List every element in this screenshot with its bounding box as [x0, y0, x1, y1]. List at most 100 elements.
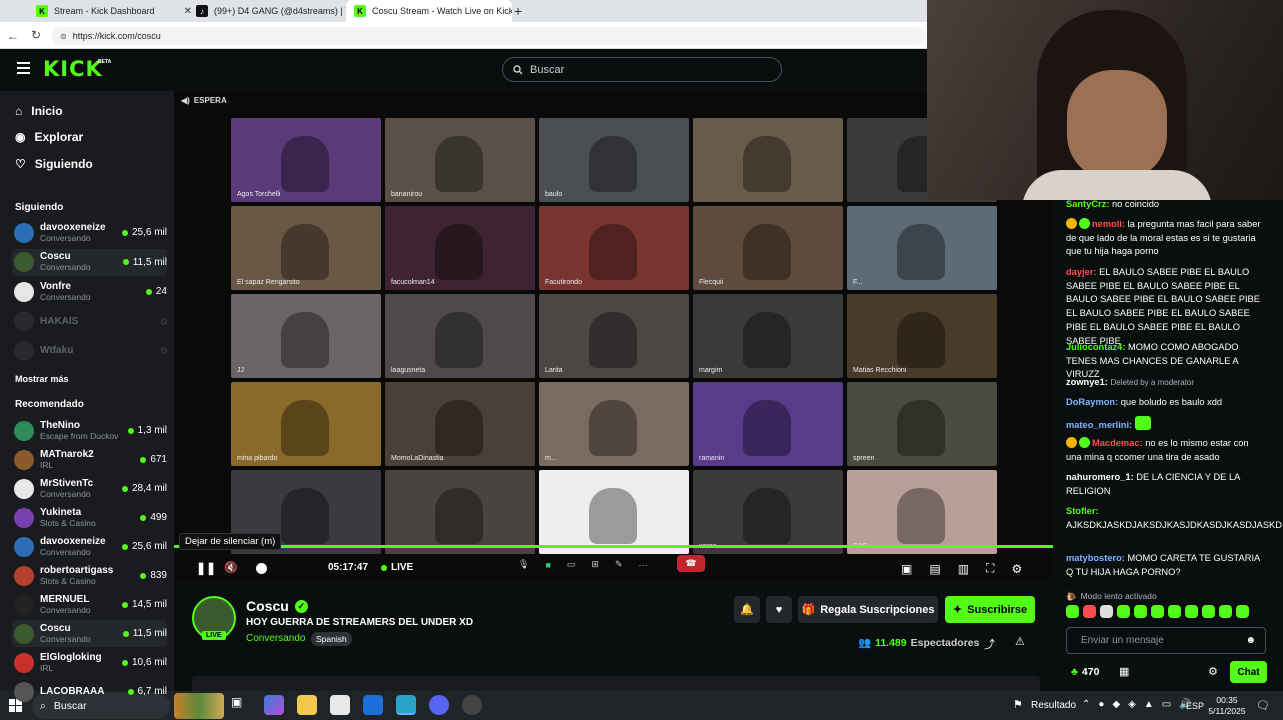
back-arrow-icon[interactable]: ←	[7, 29, 19, 43]
task-view-icon[interactable]: ▣	[231, 695, 251, 715]
emote-icon[interactable]	[1066, 605, 1079, 618]
store-app-icon[interactable]	[330, 695, 350, 715]
chat-username[interactable]: mateo_merlini	[1066, 420, 1129, 430]
tray-app-icon[interactable]: ▲	[1144, 699, 1154, 710]
kick-logo[interactable]: KICK	[43, 57, 103, 81]
video-progress-bar[interactable]	[174, 545, 1053, 548]
sidebar-channel-hakais[interactable]: HAKAIS ⦸	[12, 308, 167, 335]
emote-icon[interactable]	[1100, 605, 1113, 618]
sidebar-channel-davooxeneize[interactable]: davooxeneize Conversando 25,6 mil	[12, 219, 167, 246]
settings-gear-icon[interactable]: ⚙	[1011, 562, 1022, 576]
search-input[interactable]: Buscar	[502, 57, 782, 82]
pause-icon[interactable]: ❚❚	[196, 561, 216, 575]
sidebar-channel-robertoartigass[interactable]: robertoartigass Slots & Casino 839	[12, 562, 167, 589]
chat-settings-icon[interactable]: ⚙	[1208, 665, 1218, 678]
chat-input[interactable]: Enviar un mensaje ☻	[1066, 627, 1266, 654]
fullscreen-icon[interactable]: ⛶	[986, 561, 994, 576]
channel-points[interactable]: ♣ 470	[1071, 666, 1099, 678]
search-highlight-image[interactable]	[174, 693, 224, 719]
nav-inicio[interactable]: ⌂ Inicio	[15, 102, 63, 120]
edge-browser-icon[interactable]	[396, 695, 416, 715]
emote-icon[interactable]	[1236, 605, 1249, 618]
streamer-name[interactable]: Coscu	[246, 598, 289, 614]
nav-explorar[interactable]: ◉ Explorar	[15, 128, 83, 146]
stream-category[interactable]: Conversando	[246, 633, 305, 644]
copilot-icon[interactable]	[264, 695, 284, 715]
address-bar[interactable]: ⊜ https://kick.com/coscu	[52, 27, 926, 45]
more-icon[interactable]: ···	[638, 560, 647, 570]
gift-subscriptions-button[interactable]: 🎁 Regala Suscripciones	[798, 596, 938, 623]
emote-icon[interactable]	[1202, 605, 1215, 618]
grid-icon[interactable]: ⊞	[591, 559, 599, 570]
hangup-button[interactable]: ☎	[677, 555, 705, 572]
report-warning-icon[interactable]: ⚠	[1015, 635, 1025, 648]
reload-icon[interactable]: ↻	[31, 28, 41, 42]
subscribe-button[interactable]: ✦ Suscribirse	[945, 596, 1035, 623]
sidebar-channel-coscu[interactable]: Coscu Conversando 11,5 mil	[12, 248, 167, 276]
new-tab-icon[interactable]: +	[514, 3, 522, 19]
chat-username[interactable]: nahuromero_1	[1066, 472, 1131, 482]
sidebar-channel-yukineta[interactable]: Yukineta Slots & Casino 499	[12, 504, 167, 531]
chat-username[interactable]: nemoli	[1092, 219, 1122, 229]
chat-username[interactable]: dayjer	[1066, 267, 1093, 277]
mail-icon[interactable]	[363, 695, 383, 715]
tray-app-icon[interactable]: ◈	[1128, 699, 1136, 710]
notification-center-icon[interactable]: 🗨	[1256, 699, 1270, 712]
emote-icon[interactable]	[1219, 605, 1232, 618]
language-tag[interactable]: Spanish	[311, 632, 352, 646]
sidebar-channel-thenino[interactable]: TheNino Escape from Duckov 1,3 mil	[12, 417, 167, 444]
emote-icon[interactable]	[1151, 605, 1164, 618]
result-widget[interactable]: Resultado	[1031, 700, 1076, 711]
network-icon[interactable]: ▭	[1162, 699, 1171, 710]
screen-share-icon[interactable]: ▭	[567, 559, 576, 570]
sidebar-channel-vonfre[interactable]: Vonfre Conversando 24	[12, 278, 167, 305]
obs-icon[interactable]	[462, 695, 482, 715]
volume-slider-handle[interactable]	[256, 563, 267, 574]
store-icon[interactable]: ▦	[1119, 665, 1129, 678]
chat-username[interactable]: Macdemac	[1092, 438, 1140, 448]
chat-username[interactable]: SantyCrz	[1066, 199, 1106, 209]
browser-tab-tiktok[interactable]: ♪ (99+) D4 GANG (@d4streams) | Ti... ✕	[188, 0, 360, 22]
site-info-icon[interactable]: ⊜	[60, 32, 67, 41]
emote-icon[interactable]	[1134, 605, 1147, 618]
chevron-up-icon[interactable]: ⌃	[1082, 699, 1090, 710]
sidebar-channel-lacobraaa[interactable]: LACOBRAAA 6,7 mil	[12, 678, 167, 705]
sidebar-channel-matnarok2[interactable]: MATnarok2 IRL 671	[12, 446, 167, 473]
share-icon[interactable]: ⤴	[984, 636, 995, 652]
emote-icon[interactable]	[1185, 605, 1198, 618]
picture-in-picture-icon[interactable]: ▥	[958, 562, 969, 576]
sidebar-channel-mrstiventc[interactable]: MrStivenTc Conversando 28,4 mil	[12, 475, 167, 502]
emote-icon[interactable]	[1083, 605, 1096, 618]
emote-icon[interactable]	[1117, 605, 1130, 618]
sidebar-channel-davooxeneize[interactable]: davooxeneize Conversando 25,6 mil	[12, 533, 167, 560]
keyboard-language[interactable]: ESP	[1186, 701, 1204, 711]
nav-siguiendo[interactable]: ♡ Siguiendo	[15, 155, 93, 173]
menu-hamburger-icon[interactable]	[17, 62, 30, 74]
camera-icon[interactable]: ■	[545, 560, 550, 570]
notifications-button[interactable]: 🔔	[734, 596, 760, 623]
sidebar-channel-coscu[interactable]: Coscu Conversando 11,5 mil	[12, 620, 167, 647]
unmute-icon[interactable]: 🔇	[224, 561, 238, 574]
sidebar-channel-mernuel[interactable]: MERNUEL Conversando 14,5 mil	[12, 591, 167, 618]
discord-icon[interactable]	[429, 695, 449, 715]
emote-icon[interactable]	[1168, 605, 1181, 618]
chat-send-button[interactable]: Chat	[1230, 661, 1267, 683]
file-explorer-icon[interactable]	[297, 695, 317, 715]
chat-username[interactable]: DoRaymon	[1066, 397, 1115, 407]
chat-username[interactable]: matybostero	[1066, 553, 1122, 563]
show-more-link[interactable]: Mostrar más	[15, 374, 69, 384]
browser-tab-coscu[interactable]: K Coscu Stream - Watch Live on Kick ✕	[346, 0, 512, 22]
theater-mode-icon[interactable]: ▤	[929, 562, 940, 576]
chat-username[interactable]: Stofler	[1066, 506, 1095, 516]
chat-username[interactable]: zownye1	[1066, 377, 1105, 387]
mic-icon[interactable]: 🎙	[518, 559, 529, 570]
follow-heart-button[interactable]: ♥	[766, 596, 792, 623]
clock[interactable]: 00:35 5/11/2025	[1206, 695, 1248, 717]
sidebar-channel-wtfaku[interactable]: Wtfaku ⦸	[12, 337, 167, 364]
chat-username[interactable]: Juliocontaz4	[1066, 342, 1122, 352]
mini-player-icon[interactable]: ▣	[901, 562, 912, 576]
sidebar-channel-elglogloking[interactable]: ElGlogloking IRL 10,6 mil	[12, 649, 167, 676]
pen-icon[interactable]: ✎	[615, 559, 623, 570]
browser-tab-dashboard[interactable]: K Stream - Kick Dashboard ✕	[28, 0, 200, 22]
tray-app-icon[interactable]: ◆	[1112, 699, 1120, 710]
